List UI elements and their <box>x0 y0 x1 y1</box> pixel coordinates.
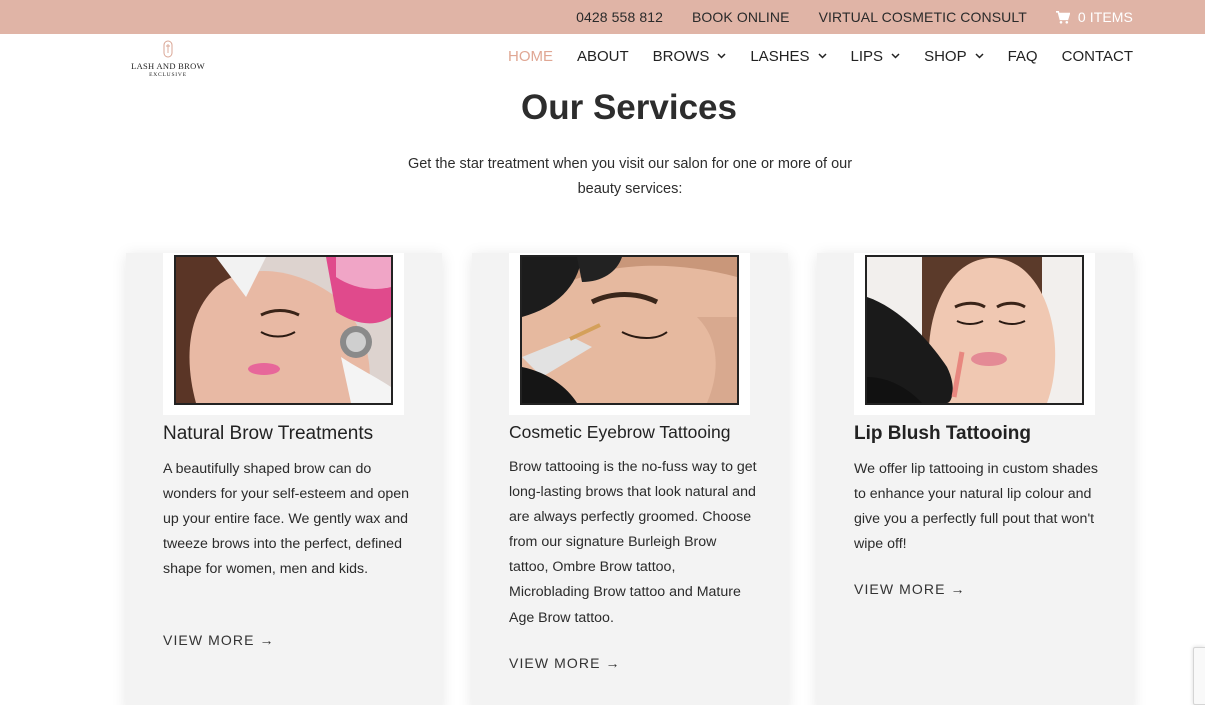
lip-blush-photo[interactable] <box>865 255 1084 405</box>
service-card-eyebrow-tattooing: Cosmetic Eyebrow Tattooing Brow tattooin… <box>472 253 788 705</box>
card-photo-container <box>854 253 1095 415</box>
nav-shop[interactable]: SHOP <box>924 48 984 65</box>
card-photo-container <box>163 253 404 415</box>
nav-brows-label: BROWS <box>652 47 710 65</box>
service-card-brow-treatments: Natural Brow Treatments A beautifully sh… <box>126 253 442 705</box>
cart-icon <box>1055 10 1070 24</box>
virtual-consult-link[interactable]: VIRTUAL COSMETIC CONSULT <box>819 9 1027 25</box>
view-more-link[interactable]: VIEW MORE → <box>854 581 966 597</box>
view-more-link[interactable]: VIEW MORE → <box>163 632 275 648</box>
chevron-down-icon <box>975 53 984 59</box>
brow-treatment-image <box>176 257 391 403</box>
top-bar: 0428 558 812 BOOK ONLINE VIRTUAL COSMETI… <box>0 0 1205 34</box>
nav-contact[interactable]: CONTACT <box>1062 48 1133 65</box>
lip-blush-image <box>867 257 1082 403</box>
logo-subtitle: EXCLUSIVE <box>149 72 187 78</box>
card-title: Lip Blush Tattooing <box>854 423 1031 444</box>
brow-treatment-photo[interactable] <box>174 255 393 405</box>
nav-lashes-label: LASHES <box>750 47 810 65</box>
chevron-down-icon <box>717 53 726 59</box>
card-description: Brow tattooing is the no-fuss way to get… <box>509 459 757 626</box>
cart-count: 0 ITEMS <box>1077 9 1133 25</box>
chevron-down-icon <box>818 53 827 59</box>
cart-link[interactable]: 0 ITEMS <box>1055 9 1133 25</box>
nav-faq[interactable]: FAQ <box>1008 48 1038 65</box>
main-header: LASH AND BROW EXCLUSIVE HOME ABOUT BROWS… <box>0 34 1205 86</box>
recaptcha-badge[interactable] <box>1193 647 1205 705</box>
logo-name: LASH AND BROW <box>131 61 205 71</box>
nav-lips-label: LIPS <box>850 47 884 65</box>
nav-lashes[interactable]: LASHES <box>750 47 827 65</box>
card-title: Natural Brow Treatments <box>163 423 374 444</box>
eyebrow-tattoo-image <box>522 257 737 403</box>
card-description: A beautifully shaped brow can do wonders… <box>163 461 410 578</box>
nav-shop-label: SHOP <box>924 47 967 65</box>
phone-link[interactable]: 0428 558 812 <box>576 9 663 25</box>
nav-about[interactable]: ABOUT <box>577 48 629 65</box>
card-photo-container <box>509 253 750 415</box>
site-logo[interactable]: LASH AND BROW EXCLUSIVE <box>128 40 208 86</box>
service-card-lip-blush: Lip Blush Tattooing We offer lip tattooi… <box>817 253 1133 705</box>
nav-brows[interactable]: BROWS <box>653 48 727 65</box>
view-more-link[interactable]: VIEW MORE → <box>509 655 621 671</box>
chevron-down-icon <box>891 53 900 59</box>
book-online-link[interactable]: BOOK ONLINE <box>692 9 790 25</box>
card-description: We offer lip tattooing in custom shades … <box>854 461 1098 553</box>
main-nav: HOME ABOUT BROWS LASHES LIPS SHOP FAQ CO… <box>508 34 1133 78</box>
top-bar-links: 0428 558 812 BOOK ONLINE VIRTUAL COSMETI… <box>576 0 1133 34</box>
eyebrow-tattoo-photo[interactable] <box>520 255 739 405</box>
logo-mark-icon <box>163 40 173 58</box>
page-title: Our Services <box>521 88 737 127</box>
card-title: Cosmetic Eyebrow Tattooing <box>509 422 731 442</box>
nav-lips[interactable]: LIPS <box>851 48 901 65</box>
intro-text: Get the star treatment when you visit ou… <box>407 156 853 197</box>
nav-home[interactable]: HOME <box>508 48 553 65</box>
